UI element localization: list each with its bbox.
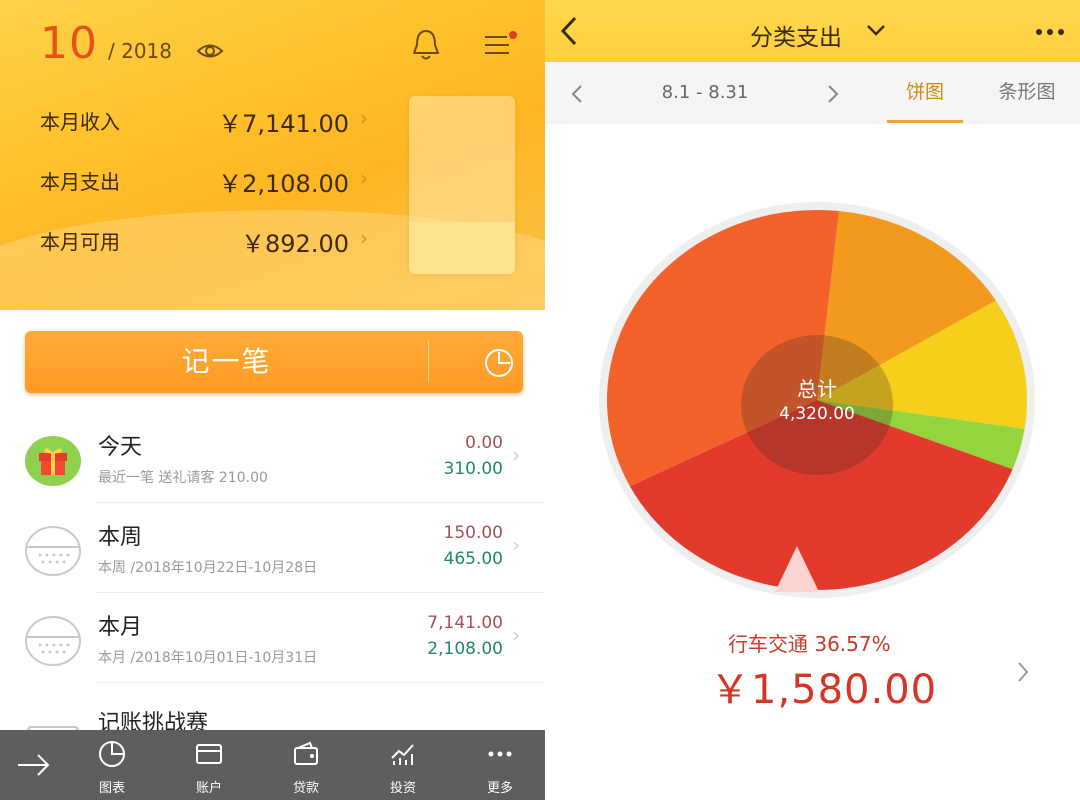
row-title: 本周 <box>98 525 143 550</box>
nav-item-chart[interactable]: 图表 <box>77 730 147 800</box>
nav-label: 更多 <box>486 781 513 796</box>
chevron-right-icon[interactable] <box>1015 660 1031 684</box>
bell-icon[interactable] <box>410 28 442 62</box>
page-title[interactable]: 分类支出 <box>750 18 842 52</box>
record-button-label[interactable]: 记一笔 <box>25 331 428 393</box>
chevron-down-icon[interactable] <box>865 22 887 38</box>
tab-bar-chart[interactable]: 条形图 <box>987 62 1067 124</box>
more-icon <box>488 751 512 757</box>
budget-gauge[interactable] <box>409 96 515 274</box>
row-title: 本月 <box>98 615 143 640</box>
record-button[interactable]: 记一笔 <box>25 331 523 393</box>
nav-item-account[interactable]: 账户 <box>174 730 244 800</box>
chevron-right-icon[interactable]: › <box>360 106 368 130</box>
available-value[interactable]: ￥892.00 <box>241 224 349 259</box>
summary-header: 10 / 2018 本月收入 ￥7,141.00 › 本月支出 ￥2,108.0… <box>0 0 545 310</box>
wallet-icon <box>294 741 318 765</box>
more-icon[interactable] <box>1035 28 1065 36</box>
available-label: 本月可用 <box>40 230 120 254</box>
expense-value[interactable]: ￥2,108.00 <box>218 164 349 199</box>
chevron-right-icon[interactable]: › <box>360 166 368 190</box>
chevron-right-icon: › <box>512 623 520 647</box>
top-bar: 分类支出 <box>545 0 1080 62</box>
chevron-right-icon: › <box>512 443 520 467</box>
budget-gauge-fill <box>409 222 515 274</box>
nav-item-more[interactable]: 更多 <box>465 730 535 800</box>
nav-label: 账户 <box>195 781 222 796</box>
period-bar: 8.1 - 8.31 饼图 条形图 <box>545 62 1080 124</box>
income-value[interactable]: ￥7,141.00 <box>218 104 349 139</box>
home-screen: 10 / 2018 本月收入 ￥7,141.00 › 本月支出 ￥2,108.0… <box>0 0 545 800</box>
row-subtitle: 本周 /2018年10月22日-10月28日 <box>98 560 318 576</box>
calendar-icon <box>25 526 81 576</box>
eye-icon[interactable] <box>196 40 224 62</box>
total-label: 总计 <box>797 377 837 401</box>
nav-label: 贷款 <box>292 781 319 796</box>
calendar-icon <box>25 616 81 666</box>
row-income: 7,141.00 <box>427 613 503 633</box>
expense-label: 本月支出 <box>40 170 120 194</box>
row-expense: 465.00 <box>443 549 503 569</box>
nav-item-loan[interactable]: 贷款 <box>271 730 341 800</box>
income-label: 本月收入 <box>40 110 120 134</box>
gift-icon <box>25 436 81 486</box>
date-range: 8.1 - 8.31 <box>661 82 749 103</box>
nav-label: 图表 <box>98 781 125 796</box>
chevron-right-icon: › <box>512 533 520 557</box>
total-value: 4,320.00 <box>779 404 855 424</box>
selected-amount: ￥1,580.00 <box>710 667 938 713</box>
chevron-left-icon[interactable] <box>570 84 584 104</box>
nav-label: 投资 <box>389 781 416 796</box>
arrow-right-icon[interactable] <box>16 752 52 778</box>
month-number[interactable]: 10 <box>40 18 98 69</box>
selected-category: 行车交通 36.57% <box>728 632 891 656</box>
active-tab-indicator <box>887 120 963 123</box>
category-expense-screen: 分类支出 8.1 - 8.31 饼图 条形图 总计 4,320.00 行车交通 … <box>545 0 1080 800</box>
row-subtitle: 最近一笔 送礼请客 210.00 <box>98 470 268 486</box>
tab-pie-chart[interactable]: 饼图 <box>887 62 963 124</box>
row-expense: 310.00 <box>443 459 503 479</box>
nav-item-invest[interactable]: 投资 <box>368 730 438 800</box>
card-icon <box>196 744 222 764</box>
trend-icon <box>391 744 414 765</box>
list-item-today[interactable]: 今天 最近一笔 送礼请客 210.00 0.00 310.00 › <box>0 413 545 503</box>
row-income: 0.00 <box>465 433 503 453</box>
row-expense: 2,108.00 <box>427 639 503 659</box>
row-subtitle: 本月 /2018年10月01日-10月31日 <box>98 650 318 666</box>
divider <box>428 341 429 383</box>
chevron-right-icon[interactable] <box>826 84 840 104</box>
menu-icon[interactable] <box>483 30 519 60</box>
list-item-month[interactable]: 本月 本月 /2018年10月01日-10月31日 7,141.00 2,108… <box>0 593 545 683</box>
row-title: 今天 <box>98 435 143 460</box>
chevron-right-icon[interactable]: › <box>360 226 368 250</box>
clock-icon[interactable] <box>483 347 515 379</box>
pie-chart-icon <box>99 741 125 767</box>
back-icon[interactable] <box>557 14 581 48</box>
row-income: 150.00 <box>443 523 503 543</box>
year-label[interactable]: / 2018 <box>108 39 172 63</box>
list-item-week[interactable]: 本周 本周 /2018年10月22日-10月28日 150.00 465.00 … <box>0 503 545 593</box>
bottom-navigation: 图表 账户 贷款 投资 更多 <box>0 730 545 800</box>
